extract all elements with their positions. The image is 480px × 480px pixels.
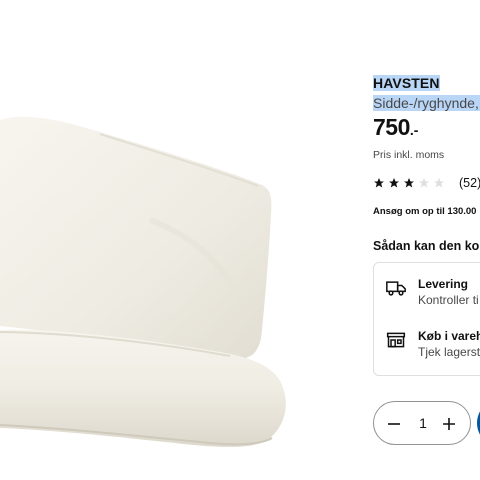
product-image[interactable] bbox=[0, 0, 350, 480]
star-empty-icon bbox=[434, 178, 444, 188]
product-name: HAVSTEN bbox=[373, 74, 440, 92]
product-info-panel: HAVSTEN Sidde-/ryghynde, u 750.- Pris in… bbox=[373, 0, 480, 480]
store-title: Køb i vareh bbox=[418, 329, 480, 343]
quantity-stepper: 1 bbox=[373, 401, 471, 445]
price-note: Pris inkl. moms bbox=[373, 149, 445, 161]
delivery-title: Levering bbox=[418, 277, 469, 291]
product-name-text: HAVSTEN bbox=[373, 75, 440, 91]
fulfilment-options-box: Levering Kontroller ti Køb i vareh Tjek … bbox=[373, 262, 480, 376]
store-icon bbox=[386, 332, 406, 348]
star-filled-icon bbox=[404, 178, 414, 188]
cushion-illustration bbox=[0, 116, 286, 447]
rating[interactable]: (52) bbox=[373, 175, 480, 191]
quantity-value[interactable]: 1 bbox=[374, 415, 472, 431]
star-empty-icon bbox=[419, 178, 429, 188]
product-description-text: Sidde-/ryghynde, u bbox=[373, 95, 480, 111]
price-integer: 750 bbox=[373, 114, 410, 140]
delivery-subtitle: Kontroller ti bbox=[418, 293, 479, 307]
truck-icon bbox=[386, 281, 406, 296]
rating-count: (52) bbox=[459, 176, 480, 190]
product-description: Sidde-/ryghynde, u bbox=[373, 94, 480, 112]
fulfilment-heading: Sådan kan den kom bbox=[373, 239, 480, 253]
star-filled-icon bbox=[374, 178, 384, 188]
price: 750.- bbox=[373, 114, 418, 141]
finance-link[interactable]: Ansøg om op til 130.00 bbox=[373, 206, 476, 217]
plus-icon[interactable] bbox=[442, 417, 456, 431]
price-suffix: .- bbox=[409, 122, 419, 138]
star-filled-icon bbox=[389, 178, 399, 188]
store-subtitle: Tjek lagersta bbox=[418, 345, 480, 359]
